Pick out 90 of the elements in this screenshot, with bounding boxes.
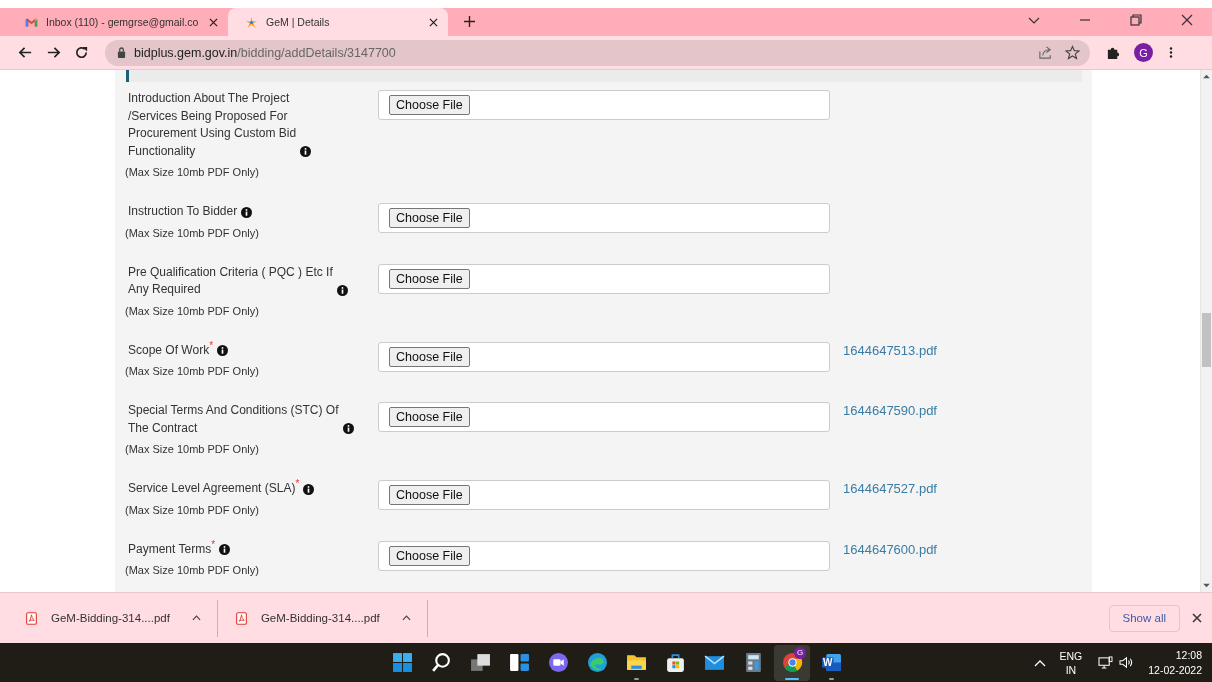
pdf-icon	[26, 611, 37, 625]
file-input-field[interactable]: Choose File	[378, 203, 830, 233]
store-bag-icon	[664, 652, 686, 673]
restore-icon[interactable]	[1130, 14, 1142, 26]
share-icon[interactable]	[1038, 45, 1053, 60]
size-note: (Max Size 10mb PDF Only)	[125, 165, 260, 180]
field-label: Service Level Agreement (SLA)$^{*}$	[128, 480, 300, 497]
caret-icon[interactable]	[191, 615, 201, 621]
taskbar-app[interactable]: G	[774, 644, 810, 681]
browser-logo-icon	[586, 652, 608, 673]
taskbar-app[interactable]: W	[813, 644, 849, 681]
pdf-icon	[235, 611, 247, 625]
info-icon[interactable]	[217, 345, 229, 356]
info-icon[interactable]	[342, 423, 354, 434]
info-icon[interactable]	[336, 284, 348, 296]
size-note: (Max Size 10mb PDF Only)	[125, 563, 260, 578]
size-note: (Max Size 10mb PDF Only)	[125, 225, 260, 241]
field-label: Instruction To Bidder	[128, 203, 238, 220]
video-chat-icon	[547, 652, 569, 673]
choose-file-button[interactable]: Choose File	[389, 485, 470, 505]
speaker-icon[interactable]	[1119, 656, 1135, 669]
profile-avatar[interactable]: G	[1134, 43, 1153, 62]
star-logo-icon	[245, 15, 258, 29]
field-label: Introduction About The Project /Services Being Proposed For Procurement Using Custom Bid Functionality	[128, 90, 297, 160]
info-icon[interactable]	[303, 483, 315, 495]
size-note: (Max Size 10mb PDF Only)	[125, 502, 260, 518]
browser-tab[interactable]: GeM | Details	[228, 8, 448, 36]
mail-icon	[25, 15, 38, 29]
widgets-icon	[508, 652, 530, 673]
file-link[interactable]: 1644647513.pdf	[843, 341, 937, 360]
clock-date[interactable]: 12-02-2022	[1148, 662, 1202, 678]
windows-logo-icon	[391, 652, 413, 673]
file-input-field[interactable]: Choose File	[378, 540, 830, 571]
forward-icon[interactable]	[46, 45, 61, 60]
scroll-thumb[interactable]	[1202, 313, 1211, 367]
puzzle-icon[interactable]	[1106, 45, 1121, 60]
field-label: Pre Qualification Criteria ( PQC ) Etc If Any Required	[128, 263, 333, 298]
search-icon	[430, 652, 452, 673]
close-icon[interactable]	[429, 17, 438, 27]
browser-tab[interactable]: Inbox (110) - gemgrse@gmail.co	[8, 8, 228, 36]
file-link[interactable]: 1644647600.pdf	[843, 540, 937, 559]
file-input-field[interactable]: Choose File	[378, 90, 830, 120]
choose-file-button[interactable]: Choose File	[389, 346, 470, 367]
star-icon[interactable]	[1065, 45, 1080, 60]
menu-icon[interactable]	[1169, 46, 1173, 59]
info-icon[interactable]	[241, 206, 253, 218]
choose-file-button[interactable]: Choose File	[389, 268, 470, 289]
download-item[interactable]: GeM-Bidding-314....pdf	[8, 599, 218, 637]
choose-file-button[interactable]: Choose File	[389, 545, 470, 566]
file-input-field[interactable]: Choose File	[378, 263, 830, 294]
close-icon[interactable]	[1192, 613, 1202, 623]
scrollbar[interactable]	[1200, 70, 1212, 592]
file-input-field[interactable]: Choose File	[378, 480, 830, 510]
close-icon[interactable]	[1181, 14, 1193, 26]
close-icon[interactable]	[209, 17, 218, 27]
app-letter: W	[823, 656, 833, 668]
info-icon[interactable]	[300, 146, 312, 157]
browser-logo-icon	[781, 652, 803, 673]
choose-file-button[interactable]: Choose File	[389, 407, 470, 427]
profile-badge: G	[794, 646, 806, 659]
choose-file-button[interactable]: Choose File	[389, 95, 470, 115]
lock-icon	[117, 47, 126, 58]
folder-icon	[625, 652, 647, 673]
file-input-field[interactable]: Choose File	[378, 402, 830, 432]
size-note: (Max Size 10mb PDF Only)	[125, 303, 260, 319]
network-icon[interactable]	[1098, 656, 1114, 669]
field-label: Payment Terms$^{*}$	[128, 540, 216, 558]
task-view-icon	[469, 652, 491, 673]
scroll-up-icon[interactable]	[1203, 74, 1210, 79]
download-item[interactable]: GeM-Bidding-314....pdf	[217, 599, 428, 637]
region-label[interactable]: IN	[1065, 662, 1077, 677]
caret-icon[interactable]	[401, 615, 411, 621]
info-icon[interactable]	[219, 544, 231, 555]
file-input-field[interactable]: Choose File	[378, 341, 830, 372]
show-all-button[interactable]: Show all	[1108, 604, 1180, 632]
scroll-down-icon[interactable]	[1203, 583, 1210, 588]
field-label: Scope Of Work$^{*}$	[128, 341, 214, 359]
reload-icon[interactable]	[74, 45, 89, 60]
language-label[interactable]: ENG	[1059, 648, 1083, 663]
back-icon[interactable]	[18, 45, 33, 60]
choose-file-button[interactable]: Choose File	[389, 208, 470, 228]
document-app-icon	[820, 652, 842, 673]
address-bar[interactable]: bidplus.gem.gov.in/bidding/addDetails/3147700	[105, 39, 1090, 66]
field-label: Special Terms And Conditions (STC) Of The Contract	[128, 402, 339, 437]
size-note: (Max Size 10mb PDF Only)	[125, 442, 260, 457]
size-note: (Max Size 10mb PDF Only)	[125, 364, 260, 379]
clock-time[interactable]: 12:08	[1175, 647, 1202, 663]
file-link[interactable]: 1644647590.pdf	[843, 402, 937, 420]
new-tab-icon[interactable]	[464, 16, 475, 27]
file-link[interactable]: 1644647527.pdf	[843, 480, 937, 498]
